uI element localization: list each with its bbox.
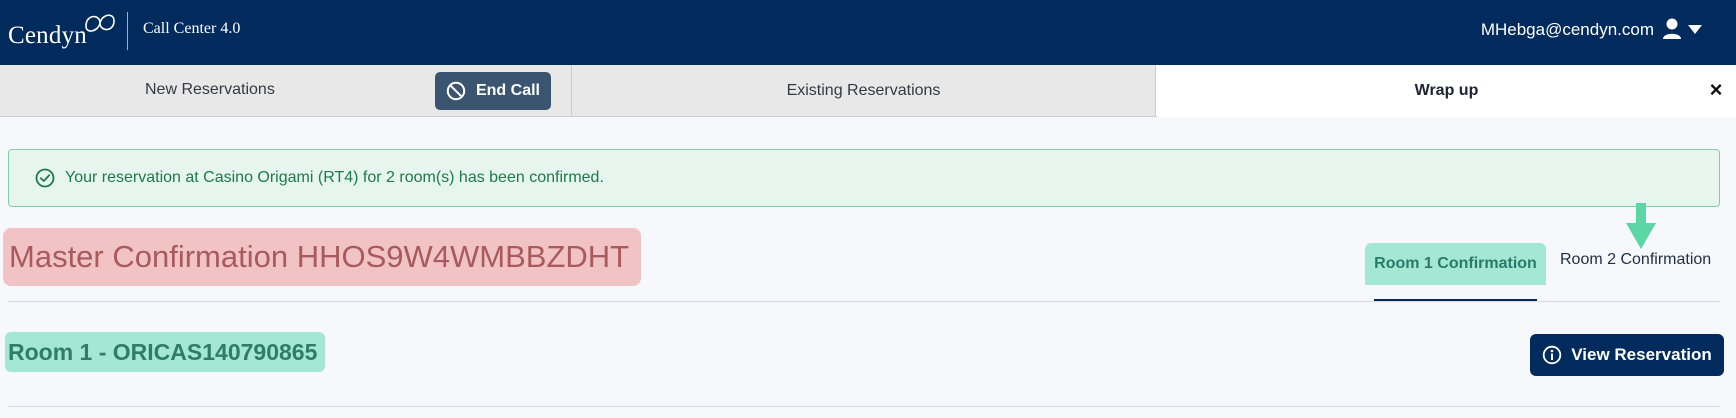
arrow-down-icon xyxy=(1626,203,1656,249)
view-reservation-button[interactable]: View Reservation xyxy=(1530,334,1724,376)
tab-new-reservations-label: New Reservations xyxy=(145,81,275,98)
user-icon xyxy=(1663,18,1681,39)
view-reservation-label: View Reservation xyxy=(1571,345,1712,364)
room-heading: Room 1 - ORICAS140790865 xyxy=(5,332,326,372)
app-title: Call Center 4.0 xyxy=(143,20,241,37)
tab-wrap-up[interactable]: Wrap up × xyxy=(1157,65,1736,117)
end-call-label: End Call xyxy=(475,82,540,99)
success-alert: Your reservation at Casino Origami (RT4)… xyxy=(8,149,1720,207)
header-divider xyxy=(127,12,128,50)
logo-swirl-icon xyxy=(85,14,115,32)
close-icon[interactable]: × xyxy=(1704,77,1728,102)
tab-new-reservations[interactable]: New Reservations End Call xyxy=(0,65,572,117)
end-call-button[interactable]: End Call xyxy=(435,72,551,110)
tab-room-1-confirmation[interactable]: Room 1 Confirmation xyxy=(1365,243,1546,285)
tab-wrap-up-label: Wrap up xyxy=(1414,82,1479,99)
ban-icon xyxy=(446,81,466,101)
alert-message: Your reservation at Casino Origami (RT4)… xyxy=(65,169,604,186)
master-confirmation-title: Master Confirmation HHOS9W4WMBBZDHT xyxy=(3,228,642,286)
logo-text: Cendyn xyxy=(8,22,87,49)
section-divider xyxy=(8,301,1720,302)
tab-room-2-confirmation[interactable]: Room 2 Confirmation xyxy=(1560,251,1711,269)
tab-room-1-label: Room 1 Confirmation xyxy=(1374,255,1537,272)
user-email: MHebga@cendyn.com xyxy=(1480,20,1654,39)
check-circle-icon xyxy=(35,168,55,188)
bottom-divider xyxy=(8,406,1720,407)
tab-existing-reservations[interactable]: Existing Reservations xyxy=(572,65,1156,117)
user-menu-button[interactable] xyxy=(1662,17,1706,43)
app-header: Cendyn Call Center 4.0 MHebga@cendyn.com xyxy=(0,0,1736,65)
tab-existing-reservations-label: Existing Reservations xyxy=(786,81,941,99)
caret-down-icon xyxy=(1688,25,1702,34)
info-circle-icon xyxy=(1543,345,1562,365)
call-tabs: New Reservations End Call Existing Reser… xyxy=(0,65,1736,117)
